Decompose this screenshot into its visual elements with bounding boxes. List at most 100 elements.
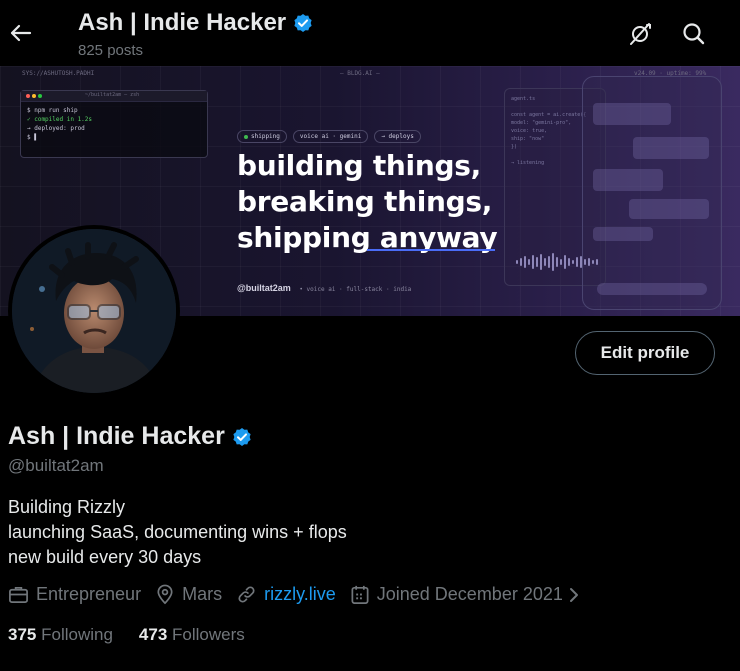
post-count: 825 posts [78, 42, 144, 59]
profile-name: Ash | Indie Hacker [8, 422, 253, 451]
search-icon [683, 23, 705, 45]
headline-underline [367, 249, 495, 251]
waveform-bar [560, 259, 562, 265]
waveform-bar [540, 254, 542, 270]
waveform-bar [580, 256, 582, 268]
followers-count: 473 [138, 625, 168, 644]
category-label: Entrepreneur [36, 584, 142, 604]
waveform-bar [588, 258, 590, 266]
header-name: Ash | Indie Hacker [78, 9, 287, 36]
location-item: Mars [155, 584, 222, 605]
avatar-image [12, 229, 176, 393]
waveform-bar [536, 257, 538, 267]
chat-bubble [593, 169, 663, 191]
following-label: Following [41, 625, 113, 644]
avatar[interactable] [8, 225, 180, 397]
phone-mockup [582, 76, 722, 310]
followers-link[interactable]: 473 Followers [139, 625, 245, 645]
waveform-bar [516, 260, 518, 264]
chevron-right-icon [569, 587, 578, 602]
headline-line: breaking things, [237, 185, 493, 218]
terminal-title: ~/builtat2am — zsh [85, 92, 140, 98]
terminal-line: ✓ compiled in 1.2s [27, 116, 93, 123]
chat-bubble [629, 199, 709, 219]
profile-name-text: Ash | Indie Hacker [8, 422, 225, 450]
waveform-bar [584, 259, 586, 265]
following-link[interactable]: 375 Following [8, 625, 113, 645]
follow-stats: 375 Following 473 Followers [8, 625, 271, 645]
waveform-bar [592, 260, 594, 264]
bio-line: new build every 30 days [8, 547, 202, 567]
terminal-line: $ ▌ [27, 134, 38, 141]
banner-handle-text: @builtat2am [237, 283, 291, 293]
maximize-dot-icon [38, 94, 42, 98]
banner-chip: voice ai · gemini [292, 130, 369, 143]
website-link[interactable]: rizzly.live [264, 584, 336, 605]
waveform-bar [548, 256, 550, 268]
arrow-left-icon [10, 24, 32, 42]
location-pin-icon [157, 584, 173, 605]
verified-badge-icon [294, 14, 312, 32]
banner-headline: building things, breaking things, shippi… [237, 148, 498, 256]
status-dot-icon [244, 134, 248, 139]
waveform-bar [524, 256, 526, 268]
waveform-bar [544, 258, 546, 266]
banner-meta-center: — BLDG.AI — [340, 70, 380, 77]
terminal-window: ~/builtat2am — zsh $ npm run ship ✓ comp… [20, 90, 208, 158]
waveform-bar [576, 257, 578, 267]
waveform-bar [528, 259, 530, 265]
waveform-bar [520, 258, 522, 266]
terminal-titlebar: ~/builtat2am — zsh [21, 91, 207, 102]
chat-bubble [593, 227, 653, 241]
waveform-bar [532, 255, 534, 269]
top-bar: Ash | Indie Hacker 825 posts [0, 0, 740, 66]
waveform-bar [556, 257, 558, 267]
waveform-bar [572, 260, 574, 264]
bio-line: Building Rizzly [8, 497, 126, 517]
headline-line: building things, [237, 149, 481, 182]
edit-profile-button[interactable]: Edit profile [575, 331, 715, 375]
waveform-bar [568, 258, 570, 266]
banner-handle: @builtat2am • voice ai · full-stack · in… [237, 283, 411, 293]
banner-chips: shipping voice ai · gemini → deploys [237, 130, 421, 143]
waveform-bar [596, 259, 598, 265]
banner-handle-tags: • voice ai · full-stack · india [299, 286, 412, 293]
profile-handle: @builtat2am [8, 456, 104, 475]
chip-label: shipping [251, 133, 280, 140]
followers-label: Followers [172, 625, 245, 644]
chip-label: voice ai · gemini [299, 133, 362, 140]
chat-input [597, 283, 707, 295]
search-button[interactable] [680, 20, 708, 48]
terminal-output: $ npm run ship ✓ compiled in 1.2s → depl… [21, 102, 207, 146]
profile-bio: Building Rizzly launching SaaS, document… [8, 495, 347, 570]
minimize-dot-icon [32, 94, 36, 98]
briefcase-icon [9, 586, 28, 603]
waveform-bar [552, 253, 554, 271]
following-count: 375 [8, 625, 37, 644]
link-icon [238, 586, 255, 603]
banner-chip: shipping [237, 130, 287, 143]
chat-bubble [633, 137, 709, 159]
website-item[interactable]: rizzly.live [236, 584, 336, 605]
chat-bubble [593, 103, 671, 125]
chip-label: → deploys [381, 133, 414, 140]
joined-label: Joined December 2021 [376, 584, 563, 604]
unlink-icon [630, 23, 651, 45]
profile-meta: Entrepreneur Mars rizzly.live Joined Dec… [8, 584, 602, 605]
voice-waveform [516, 252, 598, 272]
back-button[interactable] [8, 14, 34, 52]
bio-line: launching SaaS, documenting wins + flops [8, 522, 347, 542]
category-item: Entrepreneur [8, 584, 141, 605]
banner-meta-left: SYS://ASHUTOSH.PADHI [22, 70, 95, 77]
verified-badge-icon[interactable] [231, 426, 253, 448]
terminal-line: $ npm run ship [27, 107, 78, 114]
disconnect-button[interactable] [626, 20, 654, 48]
location-label: Mars [182, 584, 223, 604]
terminal-line: → deployed: prod [27, 125, 85, 132]
banner-chip: → deploys [374, 130, 421, 143]
joined-item[interactable]: Joined December 2021 [350, 584, 588, 605]
waveform-bar [564, 255, 566, 269]
close-dot-icon [26, 94, 30, 98]
header-title: Ash | Indie Hacker [78, 9, 314, 37]
calendar-icon [351, 585, 369, 604]
